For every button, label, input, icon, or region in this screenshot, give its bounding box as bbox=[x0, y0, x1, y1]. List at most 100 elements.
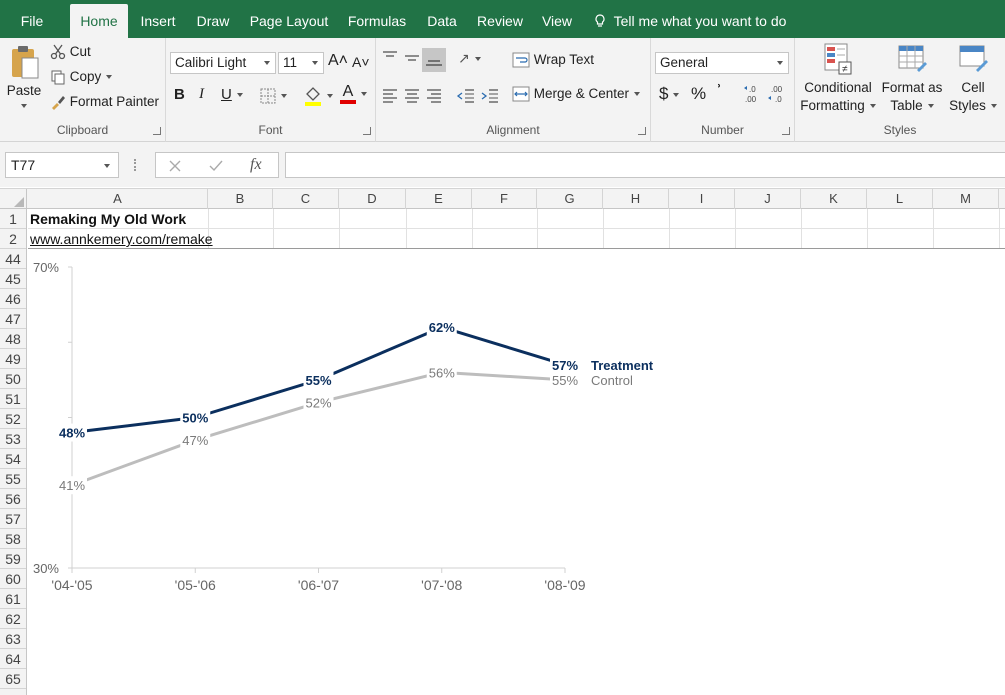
increase-font-size-button[interactable]: A˄ bbox=[328, 52, 348, 70]
format-painter-label: Format Painter bbox=[69, 94, 160, 109]
row-header[interactable]: 55 bbox=[0, 469, 26, 489]
column-header-f[interactable]: F bbox=[472, 189, 537, 209]
column-header-a[interactable]: A bbox=[28, 189, 208, 209]
chart-area[interactable]: 70% 30% '04-'05 '05-'06 '06-'07 '07-'08 '08-'0… bbox=[28, 249, 1005, 695]
row-header[interactable]: 56 bbox=[0, 489, 26, 509]
font-color-button[interactable]: A bbox=[340, 84, 367, 104]
currency-button[interactable]: $ bbox=[659, 84, 680, 104]
row-header[interactable]: 60 bbox=[0, 569, 26, 589]
column-header-h[interactable]: H bbox=[603, 189, 669, 209]
column-header-l[interactable]: L bbox=[867, 189, 933, 209]
column-header-m[interactable]: M bbox=[933, 189, 999, 209]
underline-button[interactable]: U bbox=[221, 86, 243, 103]
percent-button[interactable]: % bbox=[691, 84, 706, 104]
row-header[interactable]: 53 bbox=[0, 429, 26, 449]
enter-check-icon[interactable] bbox=[208, 159, 224, 173]
tab-data[interactable]: Data bbox=[420, 0, 464, 38]
gridline bbox=[999, 209, 1000, 249]
row-header[interactable]: 54 bbox=[0, 449, 26, 469]
row-header[interactable]: 2 bbox=[0, 229, 26, 249]
row-header[interactable]: 47 bbox=[0, 309, 26, 329]
increase-indent-icon[interactable] bbox=[480, 88, 500, 104]
sheet-title-cell[interactable]: Remaking My Old Work bbox=[30, 211, 186, 227]
bold-button[interactable]: B bbox=[174, 86, 185, 103]
name-box-value: T77 bbox=[11, 157, 36, 173]
increase-decimal-icon[interactable]: .0.00 bbox=[743, 84, 765, 104]
conditional-formatting-button[interactable]: ≠ Conditional Formatting bbox=[799, 42, 877, 115]
tab-formulas[interactable]: Formulas bbox=[341, 0, 413, 38]
align-center-icon[interactable] bbox=[403, 88, 421, 104]
tell-me-search[interactable]: Tell me what you want to do bbox=[594, 0, 786, 38]
italic-button[interactable]: I bbox=[199, 86, 204, 103]
cell-label: Cell bbox=[961, 80, 985, 95]
row-header[interactable]: 50 bbox=[0, 369, 26, 389]
bottom-align-button[interactable] bbox=[422, 48, 446, 72]
row-header[interactable]: 44 bbox=[0, 249, 26, 269]
tab-review[interactable]: Review bbox=[472, 0, 528, 38]
copy-button[interactable]: Copy bbox=[50, 69, 113, 85]
row-header[interactable]: 64 bbox=[0, 649, 26, 669]
column-header-c[interactable]: C bbox=[273, 189, 339, 209]
orientation-button[interactable]: ↗ bbox=[458, 50, 481, 67]
tab-file[interactable]: File bbox=[12, 0, 52, 38]
row-header[interactable]: 57 bbox=[0, 509, 26, 529]
row-header[interactable]: 1 bbox=[0, 209, 26, 229]
fill-color-button[interactable] bbox=[304, 86, 333, 106]
name-box[interactable]: T77 bbox=[5, 152, 119, 178]
row-header[interactable]: 46 bbox=[0, 289, 26, 309]
font-launcher-icon[interactable] bbox=[363, 127, 371, 135]
decrease-indent-icon[interactable] bbox=[456, 88, 476, 104]
top-align-icon[interactable] bbox=[381, 50, 399, 64]
row-header[interactable]: 49 bbox=[0, 349, 26, 369]
column-header-b[interactable]: B bbox=[208, 189, 273, 209]
tab-draw[interactable]: Draw bbox=[190, 0, 236, 38]
select-all-corner[interactable] bbox=[0, 189, 27, 209]
middle-align-icon[interactable] bbox=[403, 52, 421, 66]
row-header[interactable]: 62 bbox=[0, 609, 26, 629]
row-header[interactable]: 48 bbox=[0, 329, 26, 349]
tab-view[interactable]: View bbox=[535, 0, 579, 38]
formatting-label: Formatting bbox=[800, 98, 865, 113]
cancel-icon[interactable] bbox=[168, 159, 182, 173]
paste-button[interactable]: Paste bbox=[4, 44, 44, 116]
tab-page-layout[interactable]: Page Layout bbox=[244, 0, 334, 38]
column-header-j[interactable]: J bbox=[735, 189, 801, 209]
cut-button[interactable]: Cut bbox=[50, 44, 91, 60]
row-header[interactable]: 63 bbox=[0, 629, 26, 649]
decrease-font-size-button[interactable]: A˅ bbox=[352, 54, 370, 70]
row-header[interactable]: 52 bbox=[0, 409, 26, 429]
row-header[interactable]: 61 bbox=[0, 589, 26, 609]
number-launcher-icon[interactable] bbox=[782, 127, 790, 135]
row-header[interactable]: 65 bbox=[0, 669, 26, 689]
formula-input[interactable] bbox=[285, 152, 1005, 178]
font-name-select[interactable]: Calibri Light bbox=[170, 52, 276, 74]
align-right-icon[interactable] bbox=[425, 88, 443, 104]
wrap-text-button[interactable]: Wrap Text bbox=[512, 52, 594, 68]
decrease-decimal-icon[interactable]: .00.0 bbox=[767, 84, 789, 104]
tab-home[interactable]: Home bbox=[70, 4, 128, 38]
column-header-e[interactable]: E bbox=[406, 189, 472, 209]
row-header[interactable]: 59 bbox=[0, 549, 26, 569]
merge-center-button[interactable]: Merge & Center bbox=[512, 86, 641, 102]
row-header[interactable]: 45 bbox=[0, 269, 26, 289]
borders-button[interactable] bbox=[260, 88, 287, 104]
insert-function-icon[interactable]: fx bbox=[250, 156, 262, 174]
column-header-g[interactable]: G bbox=[537, 189, 603, 209]
column-header-i[interactable]: I bbox=[669, 189, 735, 209]
tab-insert[interactable]: Insert bbox=[134, 0, 182, 38]
sheet-link-cell[interactable]: www.annkemery.com/remake bbox=[30, 231, 213, 247]
column-header-d[interactable]: D bbox=[339, 189, 406, 209]
cell-styles-button[interactable]: Cell Styles bbox=[945, 42, 1001, 115]
worksheet-cells[interactable]: Remaking My Old Work www.annkemery.com/r… bbox=[28, 209, 1005, 695]
format-as-table-button[interactable]: Format as Table bbox=[879, 42, 945, 115]
paste-label: Paste bbox=[6, 83, 42, 98]
column-header-k[interactable]: K bbox=[801, 189, 867, 209]
row-header[interactable]: 58 bbox=[0, 529, 26, 549]
alignment-launcher-icon[interactable] bbox=[638, 127, 646, 135]
row-header[interactable]: 51 bbox=[0, 389, 26, 409]
align-left-icon[interactable] bbox=[381, 88, 399, 104]
clipboard-launcher-icon[interactable] bbox=[153, 127, 161, 135]
format-painter-button[interactable]: Format Painter bbox=[50, 94, 160, 111]
font-size-select[interactable]: 11 bbox=[278, 52, 324, 74]
number-format-select[interactable]: General bbox=[655, 52, 789, 74]
